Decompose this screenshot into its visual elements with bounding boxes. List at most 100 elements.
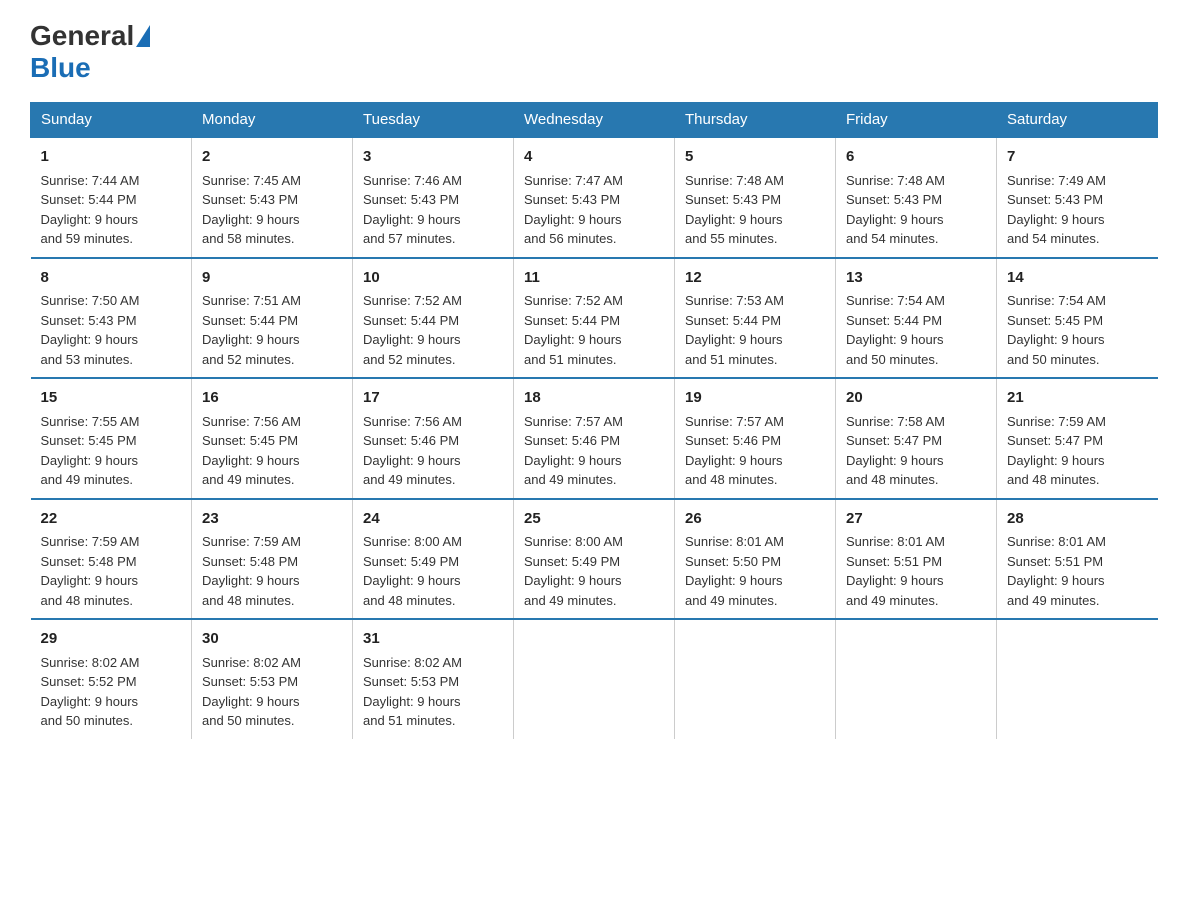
day-daylight-minutes: and 54 minutes. bbox=[846, 231, 939, 246]
day-daylight: Daylight: 9 hours bbox=[41, 573, 139, 588]
day-daylight-minutes: and 48 minutes. bbox=[1007, 472, 1100, 487]
calendar-cell: 1Sunrise: 7:44 AMSunset: 5:44 PMDaylight… bbox=[31, 137, 192, 258]
calendar-cell: 11Sunrise: 7:52 AMSunset: 5:44 PMDayligh… bbox=[514, 258, 675, 379]
day-daylight-minutes: and 58 minutes. bbox=[202, 231, 295, 246]
day-daylight: Daylight: 9 hours bbox=[1007, 332, 1105, 347]
day-daylight: Daylight: 9 hours bbox=[1007, 212, 1105, 227]
day-sunrise: Sunrise: 8:01 AM bbox=[1007, 534, 1106, 549]
day-daylight: Daylight: 9 hours bbox=[846, 573, 944, 588]
calendar-cell: 4Sunrise: 7:47 AMSunset: 5:43 PMDaylight… bbox=[514, 137, 675, 258]
day-number: 27 bbox=[846, 508, 986, 531]
logo-blue-text: Blue bbox=[30, 52, 91, 84]
day-daylight-minutes: and 51 minutes. bbox=[524, 352, 617, 367]
weekday-header-monday: Monday bbox=[192, 103, 353, 138]
day-daylight: Daylight: 9 hours bbox=[846, 212, 944, 227]
day-number: 16 bbox=[202, 387, 342, 410]
calendar-cell: 15 Sunrise: 7:55 AM Sunset: 5:45 PM Dayligh… bbox=[31, 378, 192, 499]
day-sunset: Sunset: 5:47 PM bbox=[846, 433, 942, 448]
day-daylight-minutes: and 49 minutes. bbox=[202, 472, 295, 487]
day-sunrise: Sunrise: 7:59 AM bbox=[202, 534, 301, 549]
day-number: 30 bbox=[202, 628, 342, 651]
day-sunset: Sunset: 5:43 PM bbox=[846, 192, 942, 207]
calendar-week-row: 8Sunrise: 7:50 AMSunset: 5:43 PMDaylight… bbox=[31, 258, 1158, 379]
day-sunset: Sunset: 5:43 PM bbox=[202, 192, 298, 207]
day-sunset: Sunset: 5:43 PM bbox=[1007, 192, 1103, 207]
day-sunrise: Sunrise: 7:52 AM bbox=[363, 293, 462, 308]
calendar-week-row: 22 Sunrise: 7:59 AM Sunset: 5:48 PM Dayligh… bbox=[31, 499, 1158, 620]
day-daylight-minutes: and 49 minutes. bbox=[524, 472, 617, 487]
day-daylight-minutes: and 50 minutes. bbox=[41, 713, 134, 728]
day-number: 8 bbox=[41, 267, 182, 290]
day-sunset: Sunset: 5:49 PM bbox=[363, 554, 459, 569]
day-daylight-minutes: and 50 minutes. bbox=[846, 352, 939, 367]
day-sunset: Sunset: 5:45 PM bbox=[41, 433, 137, 448]
day-number: 25 bbox=[524, 508, 664, 531]
day-daylight-minutes: and 50 minutes. bbox=[202, 713, 295, 728]
day-sunset: Sunset: 5:44 PM bbox=[685, 313, 781, 328]
calendar-cell: 31Sunrise: 8:02 AMSunset: 5:53 PMDayligh… bbox=[353, 619, 514, 739]
day-daylight-minutes: and 48 minutes. bbox=[846, 472, 939, 487]
day-number: 11 bbox=[524, 267, 664, 290]
day-daylight-minutes: and 50 minutes. bbox=[1007, 352, 1100, 367]
day-sunset: Sunset: 5:49 PM bbox=[524, 554, 620, 569]
day-sunrise: Sunrise: 7:51 AM bbox=[202, 293, 301, 308]
day-number: 22 bbox=[41, 508, 182, 531]
calendar-week-row: 1Sunrise: 7:44 AMSunset: 5:44 PMDaylight… bbox=[31, 137, 1158, 258]
calendar-cell: 28Sunrise: 8:01 AMSunset: 5:51 PMDayligh… bbox=[997, 499, 1158, 620]
day-sunrise: Sunrise: 7:53 AM bbox=[685, 293, 784, 308]
day-daylight: Daylight: 9 hours bbox=[202, 212, 300, 227]
day-sunset: Sunset: 5:43 PM bbox=[685, 192, 781, 207]
day-daylight: Daylight: 9 hours bbox=[685, 573, 783, 588]
calendar-cell: 2Sunrise: 7:45 AMSunset: 5:43 PMDaylight… bbox=[192, 137, 353, 258]
day-sunset: Sunset: 5:47 PM bbox=[1007, 433, 1103, 448]
day-number: 29 bbox=[41, 628, 182, 651]
day-sunset: Sunset: 5:46 PM bbox=[363, 433, 459, 448]
day-sunset: Sunset: 5:53 PM bbox=[202, 674, 298, 689]
calendar-week-row: 15 Sunrise: 7:55 AM Sunset: 5:45 PM Dayligh… bbox=[31, 378, 1158, 499]
day-sunrise: Sunrise: 8:02 AM bbox=[41, 655, 140, 670]
calendar-cell: 6Sunrise: 7:48 AMSunset: 5:43 PMDaylight… bbox=[836, 137, 997, 258]
day-number: 2 bbox=[202, 146, 342, 169]
day-sunset: Sunset: 5:53 PM bbox=[363, 674, 459, 689]
page-header: General Blue bbox=[30, 20, 1158, 84]
day-daylight: Daylight: 9 hours bbox=[41, 212, 139, 227]
day-sunrise: Sunrise: 7:57 AM bbox=[524, 414, 623, 429]
day-sunset: Sunset: 5:48 PM bbox=[41, 554, 137, 569]
day-daylight: Daylight: 9 hours bbox=[41, 453, 139, 468]
day-sunrise: Sunrise: 7:57 AM bbox=[685, 414, 784, 429]
day-sunset: Sunset: 5:43 PM bbox=[41, 313, 137, 328]
calendar-cell: 8Sunrise: 7:50 AMSunset: 5:43 PMDaylight… bbox=[31, 258, 192, 379]
calendar-cell: 29 Sunrise: 8:02 AM Sunset: 5:52 PM Dayligh… bbox=[31, 619, 192, 739]
day-number: 10 bbox=[363, 267, 503, 290]
day-number: 15 bbox=[41, 387, 182, 410]
day-number: 1 bbox=[41, 146, 182, 169]
day-daylight: Daylight: 9 hours bbox=[685, 212, 783, 227]
day-sunrise: Sunrise: 8:01 AM bbox=[846, 534, 945, 549]
day-number: 4 bbox=[524, 146, 664, 169]
day-daylight: Daylight: 9 hours bbox=[41, 332, 139, 347]
day-daylight: Daylight: 9 hours bbox=[1007, 573, 1105, 588]
day-daylight: Daylight: 9 hours bbox=[41, 694, 139, 709]
calendar-table: SundayMondayTuesdayWednesdayThursdayFrid… bbox=[30, 102, 1158, 739]
day-number: 17 bbox=[363, 387, 503, 410]
day-sunset: Sunset: 5:43 PM bbox=[363, 192, 459, 207]
day-daylight-minutes: and 56 minutes. bbox=[524, 231, 617, 246]
day-daylight-minutes: and 54 minutes. bbox=[1007, 231, 1100, 246]
day-daylight: Daylight: 9 hours bbox=[846, 332, 944, 347]
weekday-header-tuesday: Tuesday bbox=[353, 103, 514, 138]
day-daylight: Daylight: 9 hours bbox=[363, 453, 461, 468]
day-sunrise: Sunrise: 7:55 AM bbox=[41, 414, 140, 429]
calendar-cell: 23Sunrise: 7:59 AMSunset: 5:48 PMDayligh… bbox=[192, 499, 353, 620]
day-number: 31 bbox=[363, 628, 503, 651]
day-daylight: Daylight: 9 hours bbox=[685, 332, 783, 347]
day-sunrise: Sunrise: 7:54 AM bbox=[1007, 293, 1106, 308]
day-sunset: Sunset: 5:52 PM bbox=[41, 674, 137, 689]
day-number: 24 bbox=[363, 508, 503, 531]
day-sunrise: Sunrise: 7:47 AM bbox=[524, 173, 623, 188]
day-number: 26 bbox=[685, 508, 825, 531]
day-daylight: Daylight: 9 hours bbox=[202, 694, 300, 709]
logo: General Blue bbox=[30, 20, 152, 84]
day-sunset: Sunset: 5:48 PM bbox=[202, 554, 298, 569]
day-sunrise: Sunrise: 7:59 AM bbox=[41, 534, 140, 549]
day-daylight: Daylight: 9 hours bbox=[524, 573, 622, 588]
